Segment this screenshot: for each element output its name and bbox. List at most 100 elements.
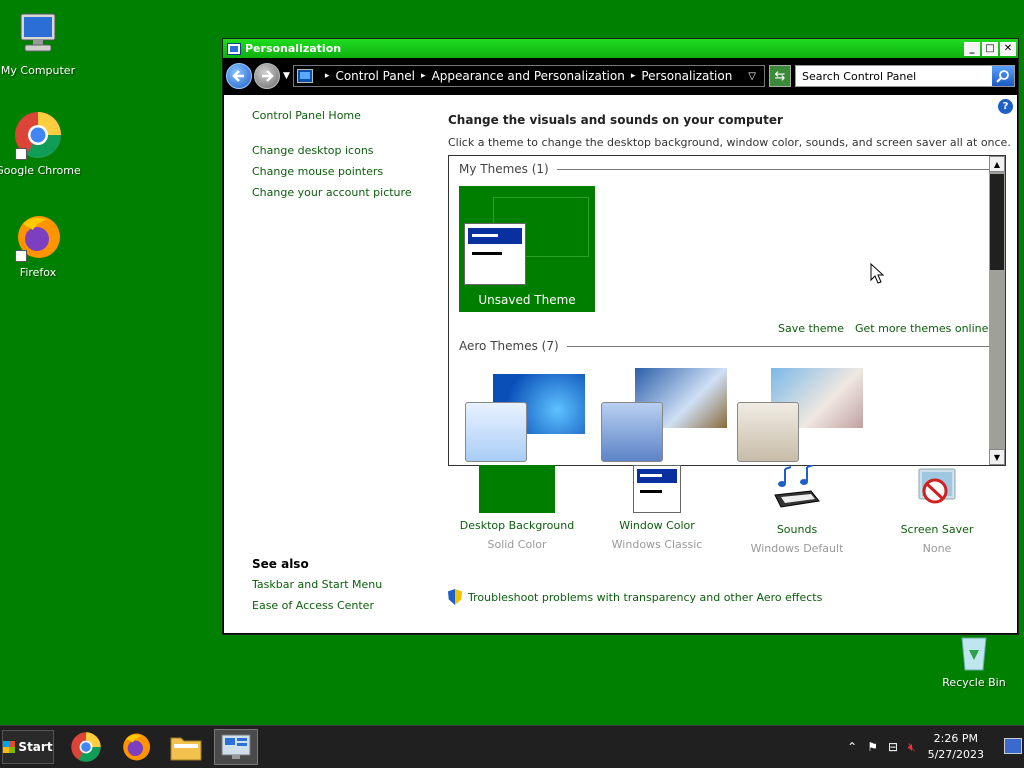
personalization-window: Personalization _ □ ✕ ▼ ▸ Control Panel … bbox=[222, 38, 1019, 635]
desktop-icon-recycle-bin[interactable]: Recycle Bin bbox=[929, 632, 1019, 689]
close-button[interactable]: ✕ bbox=[1000, 41, 1016, 56]
screen-saver-label: Screen Saver bbox=[900, 523, 974, 536]
desktop-background-icon bbox=[479, 465, 555, 513]
chevron-right-icon[interactable]: ▸ bbox=[421, 71, 426, 81]
personalization-icon bbox=[227, 42, 241, 55]
shortcut-arrow-icon bbox=[15, 148, 27, 160]
chevron-right-icon[interactable]: ▸ bbox=[325, 71, 330, 81]
system-tray: ⌃ ⚑ ⊟ 🔇︎ 2:26 PM 5/27/2023 bbox=[847, 726, 984, 768]
breadcrumb-personalization[interactable]: Personalization bbox=[641, 69, 732, 83]
change-mouse-pointers-link[interactable]: Change mouse pointers bbox=[252, 165, 383, 178]
search-box bbox=[795, 65, 1015, 87]
taskbar: Start ⌃ ⚑ ⊟ 🔇︎ 2:26 PM 5/27/2023 bbox=[0, 725, 1024, 768]
personalization-icon bbox=[221, 734, 251, 759]
window-color-button[interactable]: Window Color Windows Classic bbox=[587, 465, 727, 551]
aero-theme-windows[interactable] bbox=[459, 366, 589, 465]
address-bar[interactable]: ▸ Control Panel ▸ Appearance and Persona… bbox=[292, 65, 765, 87]
my-themes-label: My Themes (1) bbox=[459, 162, 549, 176]
forward-button[interactable] bbox=[254, 63, 280, 89]
arrow-left-icon bbox=[232, 70, 244, 82]
window-color-label: Window Color bbox=[619, 519, 695, 532]
desktop-icon-my-computer[interactable]: My Computer bbox=[0, 10, 83, 77]
screen-saver-icon bbox=[911, 465, 963, 517]
shortcut-arrow-icon bbox=[15, 250, 27, 262]
change-account-picture-link[interactable]: Change your account picture bbox=[252, 186, 412, 199]
scroll-down-icon[interactable]: ▼ bbox=[989, 449, 1005, 465]
see-also-heading: See also bbox=[252, 557, 309, 571]
recycle-bin-icon bbox=[949, 632, 999, 672]
minimize-button[interactable]: _ bbox=[964, 41, 980, 56]
change-desktop-icons-link[interactable]: Change desktop icons bbox=[252, 144, 374, 157]
ease-of-access-link[interactable]: Ease of Access Center bbox=[252, 599, 374, 612]
unsaved-theme-tile[interactable]: Unsaved Theme bbox=[459, 186, 595, 312]
window-color-icon bbox=[633, 465, 681, 513]
scroll-thumb[interactable] bbox=[990, 174, 1004, 270]
chevron-right-icon[interactable]: ▸ bbox=[631, 71, 636, 81]
clock-time: 2:26 PM bbox=[933, 732, 978, 745]
themes-list: My Themes (1) Unsaved Theme Save theme G… bbox=[448, 155, 1006, 466]
unsaved-theme-label: Unsaved Theme bbox=[478, 293, 576, 307]
taskbar-file-explorer[interactable] bbox=[164, 729, 208, 765]
uac-shield-icon bbox=[448, 589, 462, 605]
back-button[interactable] bbox=[226, 63, 252, 89]
start-button[interactable]: Start bbox=[2, 730, 54, 764]
network-icon[interactable]: ⊟ bbox=[888, 740, 898, 754]
sounds-button[interactable]: Sounds Windows Default bbox=[727, 464, 867, 555]
window-title: Personalization bbox=[245, 42, 342, 55]
save-theme-link[interactable]: Save theme bbox=[778, 322, 844, 335]
aero-themes-label: Aero Themes (7) bbox=[459, 339, 559, 353]
troubleshoot-label: Troubleshoot problems with transparency … bbox=[468, 590, 823, 604]
volume-muted-icon[interactable]: 🔇︎ bbox=[908, 740, 916, 755]
clock[interactable]: 2:26 PM 5/27/2023 bbox=[928, 731, 984, 763]
glass-color-icon bbox=[737, 402, 799, 462]
themes-scrollbar[interactable]: ▲ ▼ bbox=[989, 156, 1005, 465]
chrome-icon bbox=[13, 110, 63, 160]
desktop-icon-firefox[interactable]: Firefox bbox=[0, 212, 83, 279]
screen-saver-value: None bbox=[922, 542, 952, 555]
sounds-label: Sounds bbox=[776, 523, 818, 536]
my-themes-header: My Themes (1) bbox=[459, 162, 997, 176]
desktop-background-button[interactable]: Desktop Background Solid Color bbox=[447, 465, 587, 551]
scroll-up-icon[interactable]: ▲ bbox=[989, 156, 1005, 172]
get-more-themes-link[interactable]: Get more themes online bbox=[855, 322, 988, 335]
taskbar-chrome[interactable] bbox=[64, 729, 108, 765]
desktop-icon-google-chrome[interactable]: Google Chrome bbox=[0, 110, 83, 177]
maximize-button[interactable]: □ bbox=[982, 41, 998, 56]
page-title: Change the visuals and sounds on your co… bbox=[448, 113, 783, 127]
glass-color-icon bbox=[601, 402, 663, 462]
search-icon bbox=[996, 70, 1009, 83]
taskbar-personalization[interactable] bbox=[214, 729, 258, 765]
clock-date: 5/27/2023 bbox=[927, 748, 984, 761]
chevron-down-icon[interactable]: ▽ bbox=[748, 71, 756, 82]
help-icon[interactable]: ? bbox=[998, 99, 1013, 114]
search-input[interactable] bbox=[796, 66, 992, 86]
sounds-value: Windows Default bbox=[750, 542, 844, 555]
taskbar-start-menu-link[interactable]: Taskbar and Start Menu bbox=[252, 578, 382, 591]
chevron-up-icon[interactable]: ⌃ bbox=[847, 740, 857, 754]
recent-pages-dropdown[interactable]: ▼ bbox=[283, 71, 290, 81]
start-label: Start bbox=[18, 740, 53, 754]
firefox-icon bbox=[13, 212, 63, 262]
desktop-background-label: Desktop Background bbox=[459, 519, 575, 532]
troubleshoot-aero-link[interactable]: Troubleshoot problems with transparency … bbox=[448, 589, 822, 605]
window-color-value: Windows Classic bbox=[611, 538, 703, 551]
show-desktop-button[interactable] bbox=[1004, 738, 1022, 754]
search-button[interactable] bbox=[992, 66, 1014, 86]
title-bar[interactable]: Personalization _ □ ✕ bbox=[223, 39, 1018, 58]
computer-icon bbox=[13, 10, 63, 60]
refresh-button[interactable]: ⇆ bbox=[769, 65, 791, 87]
flag-icon[interactable]: ⚑ bbox=[867, 740, 878, 754]
control-panel-icon bbox=[296, 69, 313, 83]
breadcrumb-appearance[interactable]: Appearance and Personalization bbox=[432, 69, 625, 83]
desktop-icon-label: My Computer bbox=[0, 64, 76, 77]
control-panel-home-link[interactable]: Control Panel Home bbox=[252, 109, 361, 122]
screen-saver-button[interactable]: Screen Saver None bbox=[867, 465, 1007, 555]
aero-theme-architecture[interactable] bbox=[595, 366, 727, 465]
aero-theme-characters[interactable] bbox=[731, 366, 863, 465]
windows-logo-icon bbox=[3, 741, 16, 753]
window-preview-icon bbox=[464, 223, 526, 285]
breadcrumb-control-panel[interactable]: Control Panel bbox=[335, 69, 415, 83]
taskbar-firefox[interactable] bbox=[114, 729, 158, 765]
page-subtitle: Click a theme to change the desktop back… bbox=[448, 136, 1011, 149]
glass-color-icon bbox=[465, 402, 527, 462]
